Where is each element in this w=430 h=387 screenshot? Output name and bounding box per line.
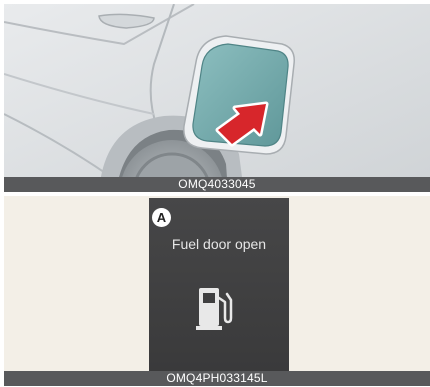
figure-caption: OMQ4033045	[4, 177, 430, 192]
instrument-cluster-display: A Fuel door open	[149, 198, 289, 371]
fuel-door-figure: OMQ4033045	[4, 4, 430, 192]
fuel-door-warning-figure: A Fuel door open OMQ4PH033145L	[4, 196, 430, 386]
warning-message: Fuel door open	[171, 236, 267, 252]
figure-caption: OMQ4PH033145L	[4, 371, 430, 386]
car-side-illustration	[4, 4, 430, 192]
fuel-pump-icon	[196, 288, 233, 330]
callout-marker: A	[152, 208, 171, 227]
